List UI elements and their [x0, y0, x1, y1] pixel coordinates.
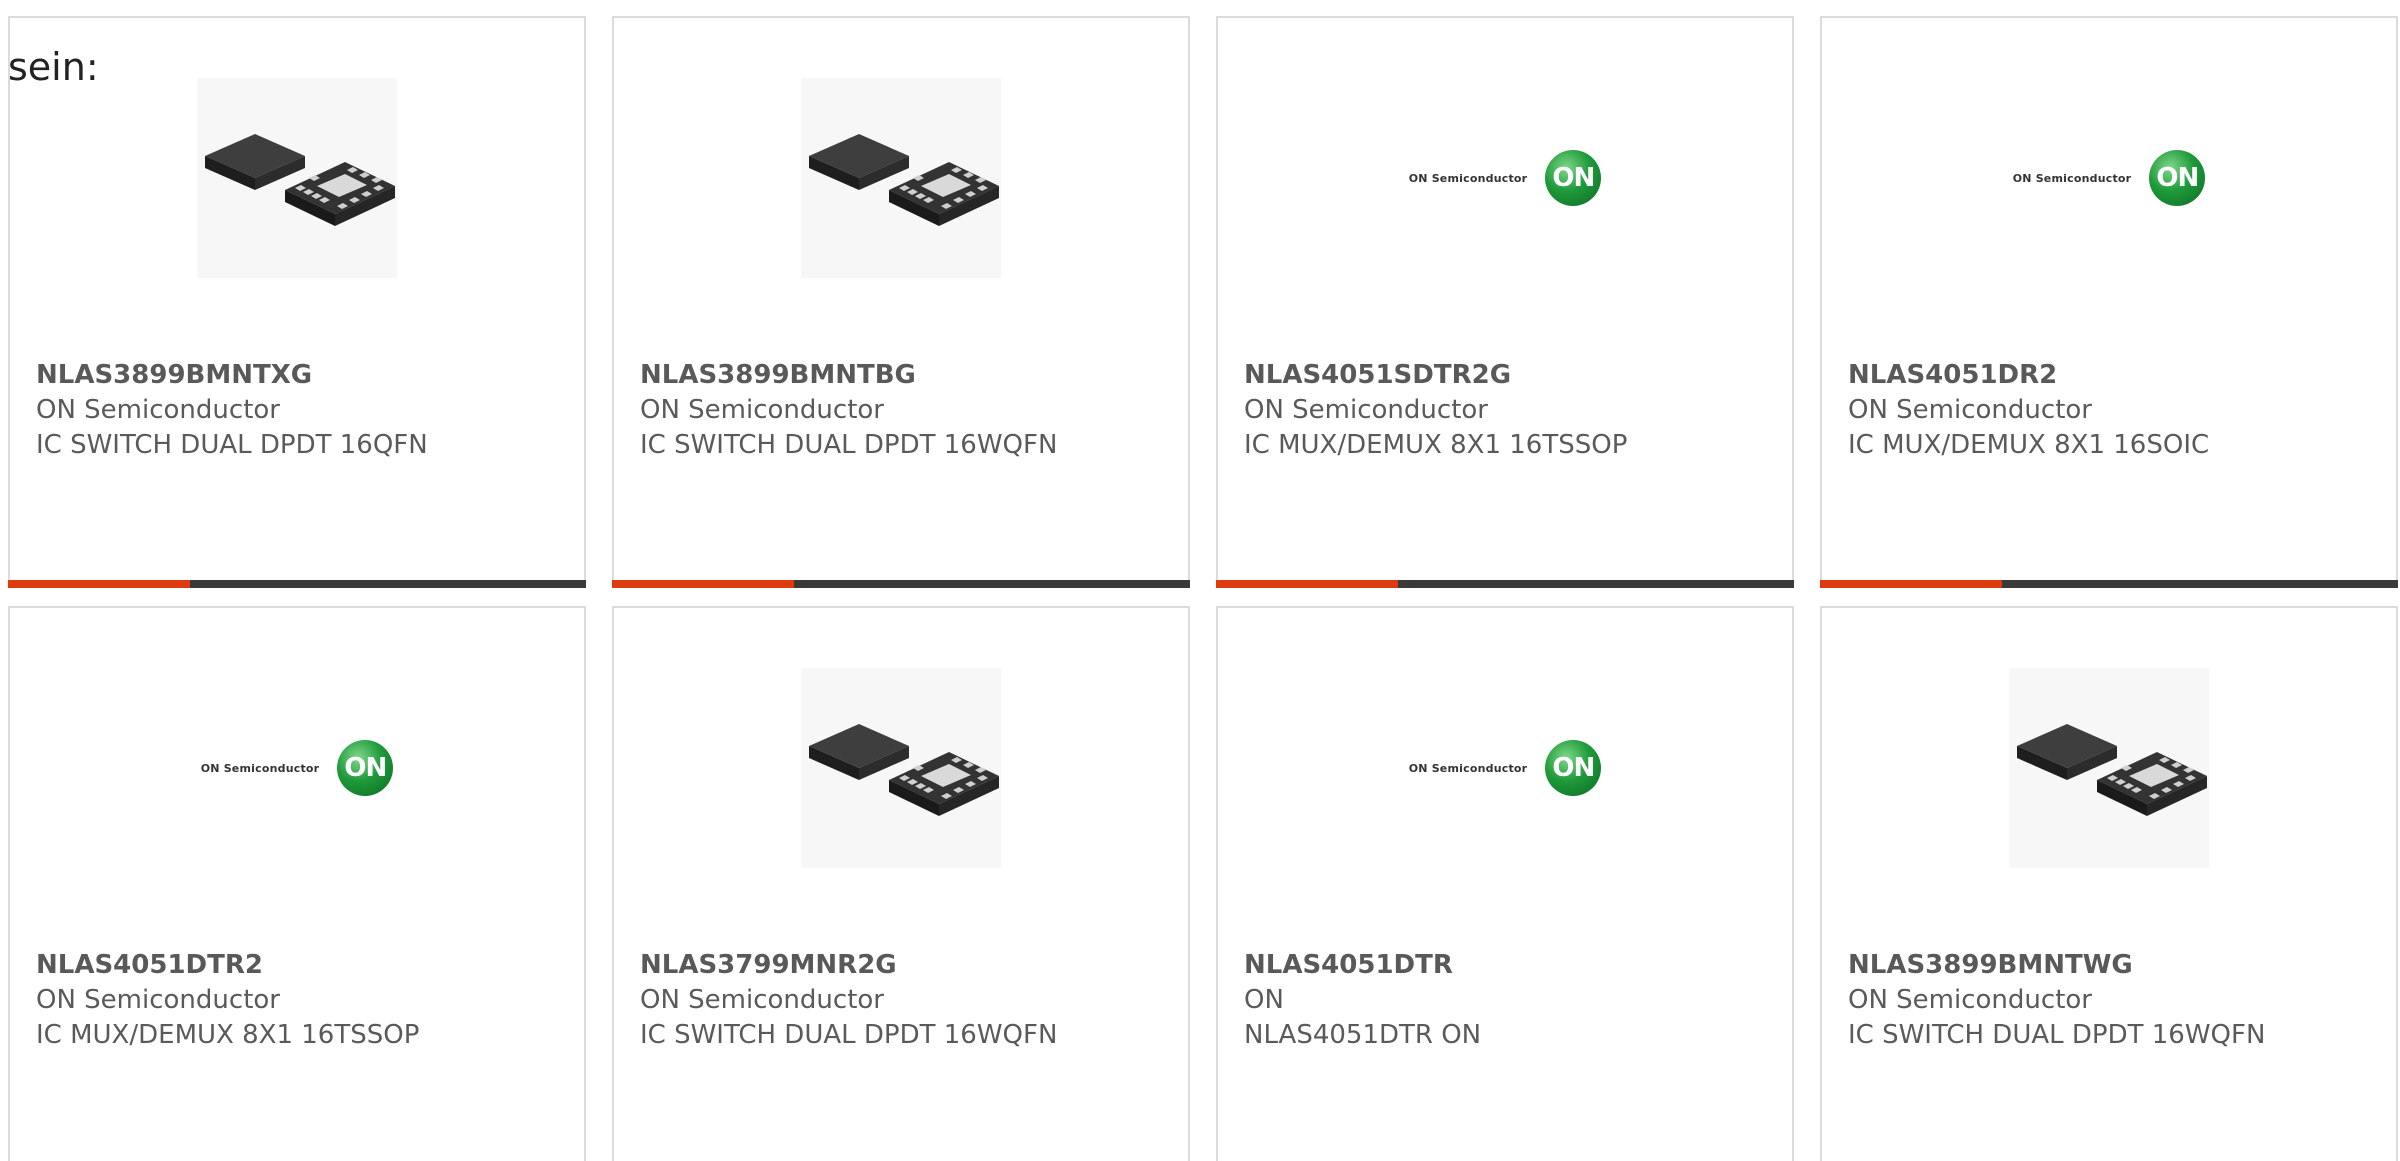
logo-wordmark: ON Semiconductor	[1408, 171, 1528, 185]
product-image[interactable]: ON Semiconductor ON	[1822, 78, 2396, 278]
part-number-link[interactable]: NLAS4051SDTR2G	[1244, 358, 1772, 393]
manufacturer-text: ON	[1244, 985, 1284, 1015]
product-card[interactable]: NLAS3899BMNTXG ON Semiconductor IC SWITCH …	[8, 16, 586, 588]
on-badge-icon: ON	[1545, 740, 1602, 796]
product-image[interactable]	[614, 668, 1188, 868]
on-badge-icon: ON	[1545, 150, 1602, 206]
part-number-link[interactable]: NLAS3899BMNTWG	[1848, 948, 2376, 983]
part-number-link[interactable]: NLAS4051DR2	[1848, 358, 2376, 393]
description-text: IC MUX/DEMUX 8X1 16TSSOP	[1244, 430, 1628, 460]
product-info: NLAS4051DR2 ON Semiconductor IC MUX/DEMUX …	[1848, 358, 2376, 463]
description-text: IC MUX/DEMUX 8X1 16SOIC	[1848, 430, 2210, 460]
part-number-link[interactable]: NLAS3799MNR2G	[640, 948, 1168, 983]
card-accent-bar	[1216, 580, 1398, 588]
product-card[interactable]: ON Semiconductor ON NLAS4051DR2 ON Semicond…	[1820, 16, 2398, 588]
product-info: NLAS4051SDTR2G ON Semiconductor IC MUX/DEM…	[1244, 358, 1772, 463]
product-image[interactable]	[1822, 668, 2396, 868]
card-bottom-bar	[8, 580, 586, 588]
part-number-link[interactable]: NLAS4051DTR	[1244, 948, 1772, 983]
product-image[interactable]: ON Semiconductor ON	[10, 668, 584, 868]
card-accent-bar	[612, 580, 794, 588]
manufacturer-text: ON Semiconductor	[1848, 395, 2092, 425]
product-info: NLAS4051DTR ON NLAS4051DTR ON	[1244, 948, 1772, 1053]
logo-wordmark: ON Semiconductor	[1408, 761, 1528, 775]
card-bottom-bar	[1820, 580, 2398, 588]
manufacturer-text: ON Semiconductor	[1244, 395, 1488, 425]
description-text: IC SWITCH DUAL DPDT 16WQFN	[1848, 1020, 2266, 1050]
on-badge-icon: ON	[2149, 150, 2206, 206]
on-semiconductor-logo: ON Semiconductor ON	[1409, 740, 1602, 796]
manufacturer-text: ON Semiconductor	[36, 395, 280, 425]
product-info: NLAS4051DTR2 ON Semiconductor IC MUX/DEMUX…	[36, 948, 564, 1053]
description-text: IC SWITCH DUAL DPDT 16QFN	[36, 430, 428, 460]
on-semiconductor-logo: ON Semiconductor ON	[2013, 150, 2206, 206]
part-number-link[interactable]: NLAS3899BMNTBG	[640, 358, 1168, 393]
product-image[interactable]: ON Semiconductor ON	[1218, 668, 1792, 868]
part-number-link[interactable]: NLAS3899BMNTXG	[36, 358, 564, 393]
card-accent-bar	[1820, 580, 2002, 588]
manufacturer-text: ON Semiconductor	[640, 985, 884, 1015]
logo-wordmark: ON Semiconductor	[200, 761, 320, 775]
on-semiconductor-logo: ON Semiconductor ON	[201, 740, 394, 796]
product-card[interactable]: ON Semiconductor ON NLAS4051DTR ON NLAS4051D…	[1216, 606, 1794, 1161]
product-card[interactable]: NLAS3899BMNTBG ON Semiconductor IC SWITCH …	[612, 16, 1190, 588]
card-bottom-bar	[1216, 580, 1794, 588]
card-bottom-bar	[612, 580, 1190, 588]
product-image[interactable]: ON Semiconductor ON	[1218, 78, 1792, 278]
manufacturer-text: ON Semiconductor	[36, 985, 280, 1015]
on-semiconductor-logo: ON Semiconductor ON	[1409, 150, 1602, 206]
product-card[interactable]: ON Semiconductor ON NLAS4051DTR2 ON Semicon…	[8, 606, 586, 1161]
product-card[interactable]: ON Semiconductor ON NLAS4051SDTR2G ON Semic…	[1216, 16, 1794, 588]
product-image[interactable]	[614, 78, 1188, 278]
description-text: NLAS4051DTR ON	[1244, 1020, 1482, 1050]
logo-wordmark: ON Semiconductor	[2012, 171, 2132, 185]
on-badge-icon: ON	[337, 740, 394, 796]
description-text: IC SWITCH DUAL DPDT 16WQFN	[640, 430, 1058, 460]
product-info: NLAS3899BMNTXG ON Semiconductor IC SWITCH …	[36, 358, 564, 463]
product-card[interactable]: NLAS3799MNR2G ON Semiconductor IC SWITCH D…	[612, 606, 1190, 1161]
manufacturer-text: ON Semiconductor	[640, 395, 884, 425]
description-text: IC SWITCH DUAL DPDT 16WQFN	[640, 1020, 1058, 1050]
card-accent-bar	[8, 580, 190, 588]
product-card[interactable]: NLAS3899BMNTWG ON Semiconductor IC SWITCH …	[1820, 606, 2398, 1161]
product-info: NLAS3899BMNTBG ON Semiconductor IC SWITCH …	[640, 358, 1168, 463]
product-info: NLAS3799MNR2G ON Semiconductor IC SWITCH D…	[640, 948, 1168, 1053]
product-grid-page: sein: NLAS3899BMNTXG ON Semiconductor IC S…	[0, 0, 2400, 1161]
manufacturer-text: ON Semiconductor	[1848, 985, 2092, 1015]
description-text: IC MUX/DEMUX 8X1 16TSSOP	[36, 1020, 420, 1050]
intro-text: sein:	[8, 45, 99, 89]
product-info: NLAS3899BMNTWG ON Semiconductor IC SWITCH …	[1848, 948, 2376, 1053]
part-number-link[interactable]: NLAS4051DTR2	[36, 948, 564, 983]
product-image[interactable]	[10, 78, 584, 278]
